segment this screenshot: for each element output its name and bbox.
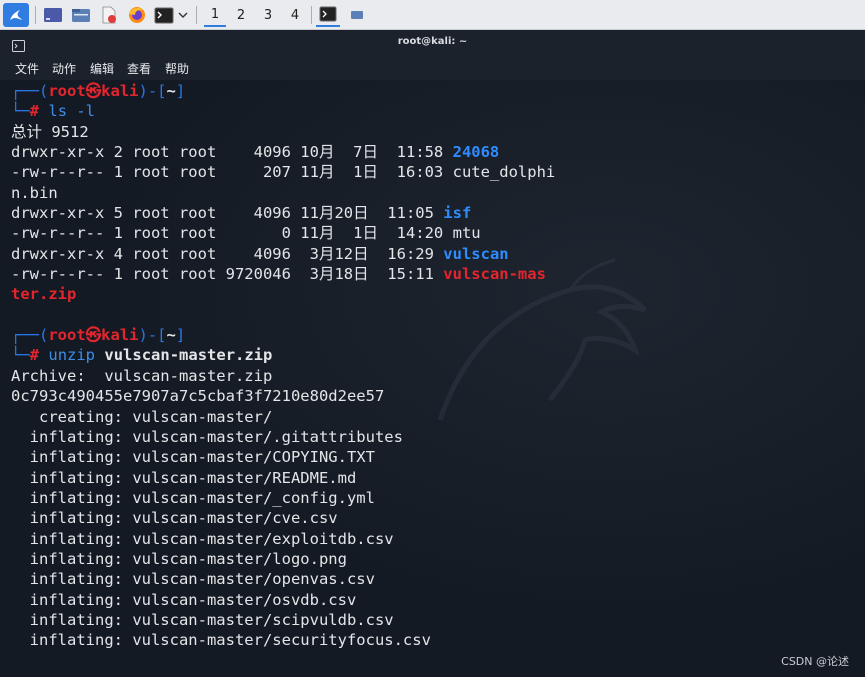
output-line: Archive: vulscan-master.zip [11,366,273,385]
file-row: -rw-r--r-- 1 root root 207 11月 1日 16:03 … [11,163,556,182]
firefox-button[interactable] [126,3,148,27]
file-row: -rw-r--r-- 1 root root 9720046 3月18日 15:… [11,265,546,284]
text-editor-icon [102,6,116,24]
firefox-icon [129,7,145,23]
file-row: -rw-r--r-- 1 root root 0 11月 1日 14:20 mt… [11,224,481,243]
terminal-output: ┌──(root㉿kali)-[~] └─# ls -l 总计 9512 drw… [11,81,555,651]
prompt-line: ┌──(root㉿kali)-[~] [11,326,186,345]
output-line: inflating: vulscan-master/_config.yml [11,488,375,507]
taskbar-separator [35,6,36,24]
csdn-watermark: CSDN @论述 [781,655,849,668]
output-line: inflating: vulscan-master/scipvuldb.csv [11,610,394,629]
menu-bar: 文件 动作 编辑 查看 帮助 [0,56,865,80]
workspace-1[interactable]: 1 [204,3,226,27]
terminal-launcher-dropdown[interactable] [176,3,190,27]
terminal-launcher-button[interactable] [153,3,175,27]
show-desktop-button[interactable] [42,3,64,27]
workspace-4[interactable]: 4 [284,3,306,27]
output-line: inflating: vulscan-master/securityfocus.… [11,631,431,650]
menu-edit[interactable]: 编辑 [90,60,114,77]
folder-icon [72,9,90,22]
file-row: ter.zip [11,285,77,304]
window-icon [351,11,363,19]
output-line: inflating: vulscan-master/.gitattributes [11,427,403,446]
window-title: root@kali: ~ [397,36,468,47]
menu-help[interactable]: 帮助 [165,60,189,77]
text-editor-button[interactable] [98,3,120,27]
kali-dragon-icon [10,10,22,20]
chevron-down-icon [178,12,188,18]
file-manager-button[interactable] [70,3,92,27]
terminal-window: root@kali: ~ 文件 动作 编辑 查看 帮助 ┌──(root㉿kal… [0,30,865,677]
terminal-icon [319,6,337,22]
output-line: inflating: vulscan-master/COPYING.TXT [11,448,375,467]
menu-file[interactable]: 文件 [15,60,39,77]
file-row: drwxr-xr-x 2 root root 4096 10月 7日 11:58… [11,143,500,162]
file-row: drwxr-xr-x 5 root root 4096 11月20日 11:05… [11,204,472,223]
workspace-3[interactable]: 3 [257,3,279,27]
terminal-area[interactable]: ┌──(root㉿kali)-[~] └─# ls -l 总计 9512 drw… [0,80,865,677]
output-line: inflating: vulscan-master/exploitdb.csv [11,529,394,548]
file-row: n.bin [11,183,58,202]
output-line: 0c793c490455e7907a7c5cbaf3f7210e80d2ee57 [11,387,385,406]
command-line: └─# unzip vulscan-master.zip [11,346,273,365]
taskbar-window-terminal[interactable] [316,3,340,27]
terminal-icon [154,7,174,23]
output-line: inflating: vulscan-master/openvas.csv [11,570,375,589]
taskbar: 1 2 3 4 [0,0,865,30]
desktop-icon [44,8,62,22]
output-line: inflating: vulscan-master/cve.csv [11,509,338,528]
output-line: 总计 9512 [11,122,89,141]
output-line: inflating: vulscan-master/logo.png [11,549,347,568]
taskbar-separator [196,6,197,24]
output-line: inflating: vulscan-master/osvdb.csv [11,590,357,609]
file-row: drwxr-xr-x 4 root root 4096 3月12日 16:29 … [11,244,509,263]
kali-menu-button[interactable] [3,3,29,27]
window-titlebar[interactable]: root@kali: ~ [0,30,865,56]
taskbar-separator [311,6,312,24]
workspace-2[interactable]: 2 [230,3,252,27]
output-line: inflating: vulscan-master/README.md [11,468,357,487]
menu-actions[interactable]: 动作 [52,60,76,77]
menu-view[interactable]: 查看 [127,60,151,77]
prompt-line: ┌──(root㉿kali)-[~] [11,82,186,100]
output-line: creating: vulscan-master/ [11,407,273,426]
taskbar-window-other[interactable] [346,3,368,27]
command-line: └─# ls -l [11,102,96,121]
